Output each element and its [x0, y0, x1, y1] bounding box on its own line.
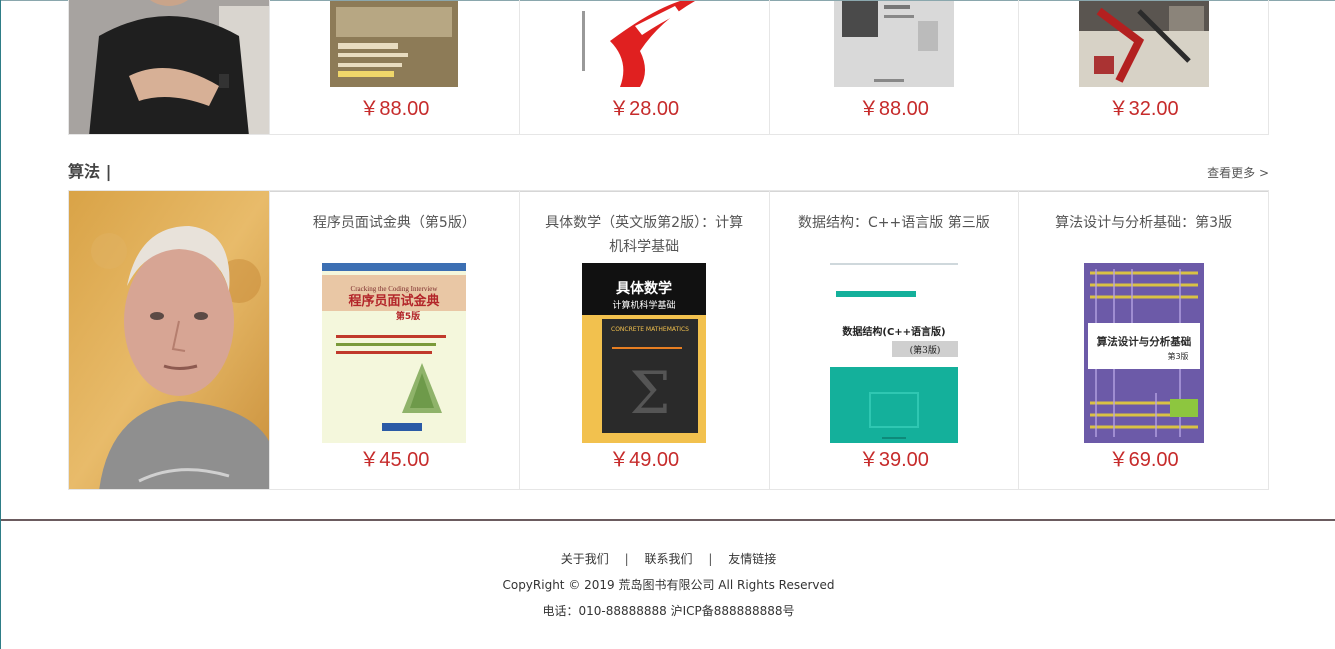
- book-price: ￥39.00: [858, 449, 929, 471]
- book-title[interactable]: 数据结构：C++语言版 第三版: [794, 211, 995, 235]
- book-section-list: ￥88.00 ￥28.00 ￥88.00 ￥32.00 算法 | 查看更多 > …: [68, 0, 1269, 519]
- cover-title: 具体数学: [615, 280, 672, 297]
- section-header-algorithms: 算法 | 查看更多 >: [68, 156, 1269, 192]
- cover-edition: 第3版: [1167, 351, 1188, 361]
- book-cover-image[interactable]: 算法设计与分析基础 第3版: [1083, 263, 1204, 443]
- cover-title: 程序员面试金典: [349, 293, 440, 309]
- book-cover-image[interactable]: 数据结构(C++语言版) (第3版): [829, 263, 958, 443]
- footer-divider: [1, 519, 1335, 521]
- book-price: ￥88.00: [359, 98, 430, 120]
- book-card[interactable]: 程序员面试金典（第5版） Cracking the Coding Intervi…: [269, 191, 519, 489]
- book-price: ￥88.00: [858, 98, 929, 120]
- section-title: 算法 |: [68, 162, 112, 181]
- footer-link-contact[interactable]: 联系我们: [644, 552, 692, 566]
- book-price: ￥45.00: [359, 449, 430, 471]
- book-cover-image[interactable]: [580, 1, 709, 87]
- footer-links: 关于我们 | 联系我们 | 友情链接: [1, 548, 1335, 570]
- book-cover-image[interactable]: [330, 1, 459, 87]
- book-card[interactable]: 数据结构：C++语言版 第三版 数据结构(C++语言版) (第3版) ￥39.0…: [768, 191, 1019, 489]
- book-card[interactable]: 具体数学（英文版第2版）：计算机科学基础 具体数学 计算机科学基础 CONCRE…: [518, 191, 769, 489]
- footer-link-separator: |: [708, 552, 713, 566]
- book-card[interactable]: 算法设计与分析基础：第3版 算法设计与分析基础 第3版 ￥69.00: [1018, 191, 1268, 489]
- footer-link-friends[interactable]: 友情链接: [728, 552, 776, 566]
- book-row-previous: ￥88.00 ￥28.00 ￥88.00 ￥32.00: [68, 0, 1269, 135]
- book-price: ￥32.00: [1108, 98, 1179, 120]
- footer-link-separator: |: [624, 552, 629, 566]
- cover-english-title: CONCRETE MATHEMATICS: [611, 326, 689, 333]
- book-cover-image[interactable]: Cracking the Coding Interview 程序员面试金典 第5…: [322, 263, 467, 443]
- footer-contact: 电话：010-88888888 沪ICP备888888888号: [542, 604, 795, 618]
- book-cover-image[interactable]: [1078, 1, 1209, 87]
- book-card[interactable]: ￥88.00: [269, 0, 519, 134]
- book-title[interactable]: 算法设计与分析基础：第3版: [1043, 211, 1244, 235]
- svg-text:Σ: Σ: [630, 359, 671, 427]
- book-card[interactable]: ￥32.00: [1018, 0, 1268, 134]
- book-price: ￥28.00: [609, 98, 680, 120]
- book-price: ￥49.00: [609, 449, 680, 471]
- author-banner-photo[interactable]: [69, 0, 269, 134]
- book-cover-image[interactable]: [833, 1, 954, 87]
- cover-title: 数据结构(C++语言版): [842, 325, 945, 338]
- book-title[interactable]: 具体数学（英文版第2版）：计算机科学基础: [544, 211, 745, 259]
- cover-edition: 第5版: [396, 310, 420, 322]
- book-title[interactable]: 程序员面试金典（第5版）: [294, 211, 495, 235]
- cover-title: 算法设计与分析基础: [1096, 335, 1191, 348]
- cover-edition: (第3版): [910, 344, 941, 356]
- footer-copyright: CopyRight © 2019 荒岛图书有限公司 All Rights Res…: [502, 578, 835, 592]
- book-price: ￥69.00: [1108, 449, 1179, 471]
- cover-subtitle: Cracking the Coding Interview: [351, 285, 439, 293]
- book-cover-image[interactable]: 具体数学 计算机科学基础 CONCRETE MATHEMATICS Σ: [582, 263, 707, 443]
- site-footer: 关于我们 | 联系我们 | 友情链接 CopyRight © 2019 荒岛图书…: [1, 548, 1335, 622]
- footer-link-about[interactable]: 关于我们: [561, 552, 609, 566]
- cover-subtitle: 计算机科学基础: [613, 299, 676, 311]
- view-more-link[interactable]: 查看更多 >: [1207, 164, 1269, 181]
- book-card[interactable]: ￥88.00: [768, 0, 1019, 134]
- book-row-algorithms: 程序员面试金典（第5版） Cracking the Coding Intervi…: [68, 190, 1269, 490]
- author-banner-photo[interactable]: [69, 191, 269, 489]
- book-card[interactable]: ￥28.00: [518, 0, 769, 134]
